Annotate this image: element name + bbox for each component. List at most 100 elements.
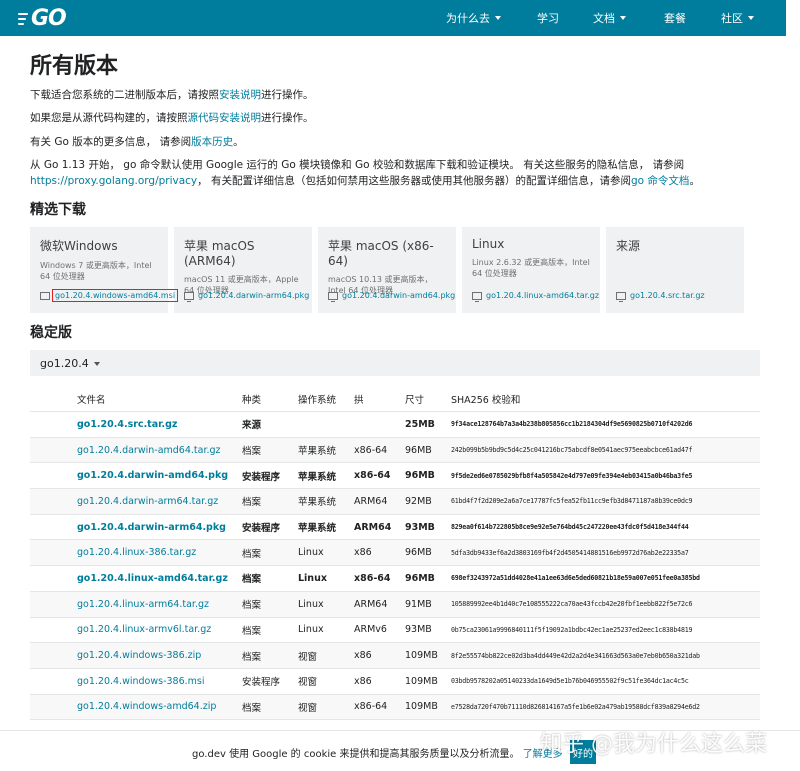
chevron-down-icon [748,16,754,20]
text: 从 Go 1.13 开始， go 命令默认使用 Google 运行的 Go 模块… [30,159,685,171]
table-row: go1.20.4.darwin-arm64.pkg 安装程序 苹果系统 ARM64 93… [30,515,760,541]
intro-paragraph-1: 下载适合您系统的二进制版本后，请按照安装说明进行操作。 [30,87,314,103]
card-file-link[interactable]: go1.20.4.linux-amd64.tar.gz [472,291,600,302]
monitor-icon [328,291,338,302]
table-row: go1.20.4.windows-386.msi 安装程序 视窗 x86 109MB 03… [30,669,760,695]
sha256-cell: 242b099b5b9bd9c5d4c25c041216bc75abcdf8e0… [451,446,693,455]
file-name: go1.20.4.darwin-amd64.pkg [342,291,456,300]
nav-why-go[interactable]: 为什么去 [446,0,501,36]
release-history-link[interactable]: 版本历史 [191,136,233,148]
page-title: 所有版本 [30,54,119,79]
go-logo[interactable]: GO [18,6,67,31]
cookie-message: go.dev 使用 Google 的 cookie 来提供和提高其服务质量以及分… [192,749,520,760]
windows-msi-link[interactable]: go1.20.4.windows-amd64.msi [52,289,179,302]
card-file-link[interactable]: go1.20.4.src.tar.gz [616,291,705,302]
kind-cell: 档案 [242,600,262,612]
header-filename: 文件名 [77,394,106,406]
featured-card-source[interactable]: 来源 go1.20.4.src.tar.gz [606,227,744,313]
version-toggle[interactable]: go1.20.4 [30,350,760,376]
size-cell: 93MB [405,624,432,636]
nav-docs[interactable]: 文档 [593,0,626,36]
filename-link[interactable]: go1.20.4.src.tar.gz [77,412,177,437]
card-title: 来源 [616,239,641,253]
arch-cell: ARMv6 [354,624,387,636]
card-title: 微软Windows [40,239,118,253]
filename-link[interactable]: go1.20.4.darwin-arm64.tar.gz [77,489,218,514]
card-file-link[interactable]: go1.20.4.darwin-amd64.pkg [328,291,456,302]
header-os: 操作系统 [298,394,337,406]
monitor-icon [616,291,626,302]
card-description: Linux 2.6.32 或更高版本，Intel 64 位处理器 [472,258,590,278]
filename-link[interactable]: go1.20.4.windows-386.msi [77,669,205,694]
sha256-cell: 5dfa3db9433ef6a2d3803169fb4f2d4505414881… [451,548,689,557]
install-instructions-link[interactable]: 安装说明 [219,89,261,101]
os-cell: Linux [298,624,324,636]
nav-community[interactable]: 社区 [721,0,754,36]
nav-learn[interactable]: 学习 [537,0,559,36]
sha256-cell: e7528da720f470b71110d826814167a5fe1b6e02… [451,702,700,711]
featured-card-macos-x86[interactable]: 苹果 macOS (x86-64) macOS 10.13 或更高版本，Inte… [318,227,456,313]
table-row: go1.20.4.windows-amd64.zip 档案 视窗 x86-64 109M… [30,694,760,721]
table-row: go1.20.4.linux-amd64.tar.gz 档案 Linux x86-64… [30,566,760,592]
filename-link[interactable]: go1.20.4.darwin-amd64.tar.gz [77,438,221,463]
kind-cell: 安装程序 [242,677,281,689]
sha256-cell: 698ef3243972a51dd4028e41a1ee63d6e5ded608… [451,574,700,583]
scrollbar-edge [786,0,800,36]
filename-link[interactable]: go1.20.4.linux-amd64.tar.gz [77,566,228,591]
privacy-link[interactable]: https://proxy.golang.org/privacy [30,175,197,187]
nav-label: 社区 [721,12,743,25]
header-sha256: SHA256 校验和 [451,394,521,406]
chevron-down-icon [93,362,100,366]
size-cell: 109MB [405,701,438,713]
size-cell: 92MB [405,495,432,507]
header-kind: 种类 [242,394,262,406]
file-name: go1.20.4.src.tar.gz [630,291,705,300]
card-title: Linux [472,237,505,251]
table-row: go1.20.4.linux-386.tar.gz 档案 Linux x86 96MB 5… [30,540,760,567]
card-title: 苹果 macOS (ARM64) [184,239,255,268]
size-cell: 96MB [405,572,435,584]
filename-link[interactable]: go1.20.4.windows-amd64.zip [77,695,216,720]
kind-cell: 档案 [242,702,262,714]
size-cell: 25MB [405,418,435,430]
filename-link[interactable]: go1.20.4.windows-386.zip [77,643,201,668]
downloads-table: 文件名 种类 操作系统 拱 尺寸 SHA256 校验和 go1.20.4.src… [30,386,760,721]
header-size: 尺寸 [405,394,425,406]
file-name: go1.20.4.linux-amd64.tar.gz [486,291,600,300]
filename-link[interactable]: go1.20.4.darwin-arm64.pkg [77,515,226,540]
kind-cell: 安装程序 [242,523,281,535]
featured-downloads-heading: 精选下载 [30,202,86,218]
card-file-link[interactable]: go1.20.4.darwin-arm64.pkg [184,291,309,302]
arch-cell: x86 [354,547,372,559]
source-install-link[interactable]: 源代码安装说明 [188,112,262,124]
monitor-icon [472,291,482,302]
os-cell: 视窗 [298,651,318,663]
watermark: 知乎 @我为什么这么菜 [540,732,767,757]
nav-label: 套餐 [664,12,686,25]
filename-link[interactable]: go1.20.4.linux-arm64.tar.gz [77,592,209,617]
nav-packages[interactable]: 套餐 [664,0,686,36]
text: 有关 Go 版本的更多信息， 请参阅 [30,136,192,148]
os-cell: 苹果系统 [298,497,337,509]
size-cell: 109MB [405,650,438,662]
table-row: go1.20.4.windows-386.zip 档案 视窗 x86 109MB 8f2e… [30,643,760,669]
featured-card-linux[interactable]: Linux Linux 2.6.32 或更高版本，Intel 64 位处理器 g… [462,227,600,313]
cookie-text: go.dev 使用 Google 的 cookie 来提供和提高其服务质量以及分… [192,745,563,760]
text: 下载适合您系统的二进制版本后，请按照 [30,89,219,101]
os-cell: 苹果系统 [298,446,337,458]
filename-link[interactable]: go1.20.4.linux-armv6l.tar.gz [77,618,211,643]
nav-label: 为什么去 [446,12,490,25]
filename-link[interactable]: go1.20.4.linux-386.tar.gz [77,540,196,565]
os-cell: Linux [298,547,324,559]
kind-cell: 来源 [242,420,262,432]
arch-cell: x86-64 [354,444,388,456]
text: 如果您是从源代码构建的，请按照 [30,112,188,124]
os-cell: Linux [298,572,327,584]
stable-heading: 稳定版 [30,325,72,341]
arch-cell: x86 [354,675,372,687]
arch-cell: x86-64 [354,701,388,713]
go-command-docs-link[interactable]: go 命令文档 [631,175,689,187]
featured-card-macos-arm64[interactable]: 苹果 macOS (ARM64) macOS 11 或更高版本，Apple 64… [174,227,312,313]
version-label: go1.20.4 [40,357,89,370]
filename-link[interactable]: go1.20.4.darwin-amd64.pkg [77,463,228,488]
